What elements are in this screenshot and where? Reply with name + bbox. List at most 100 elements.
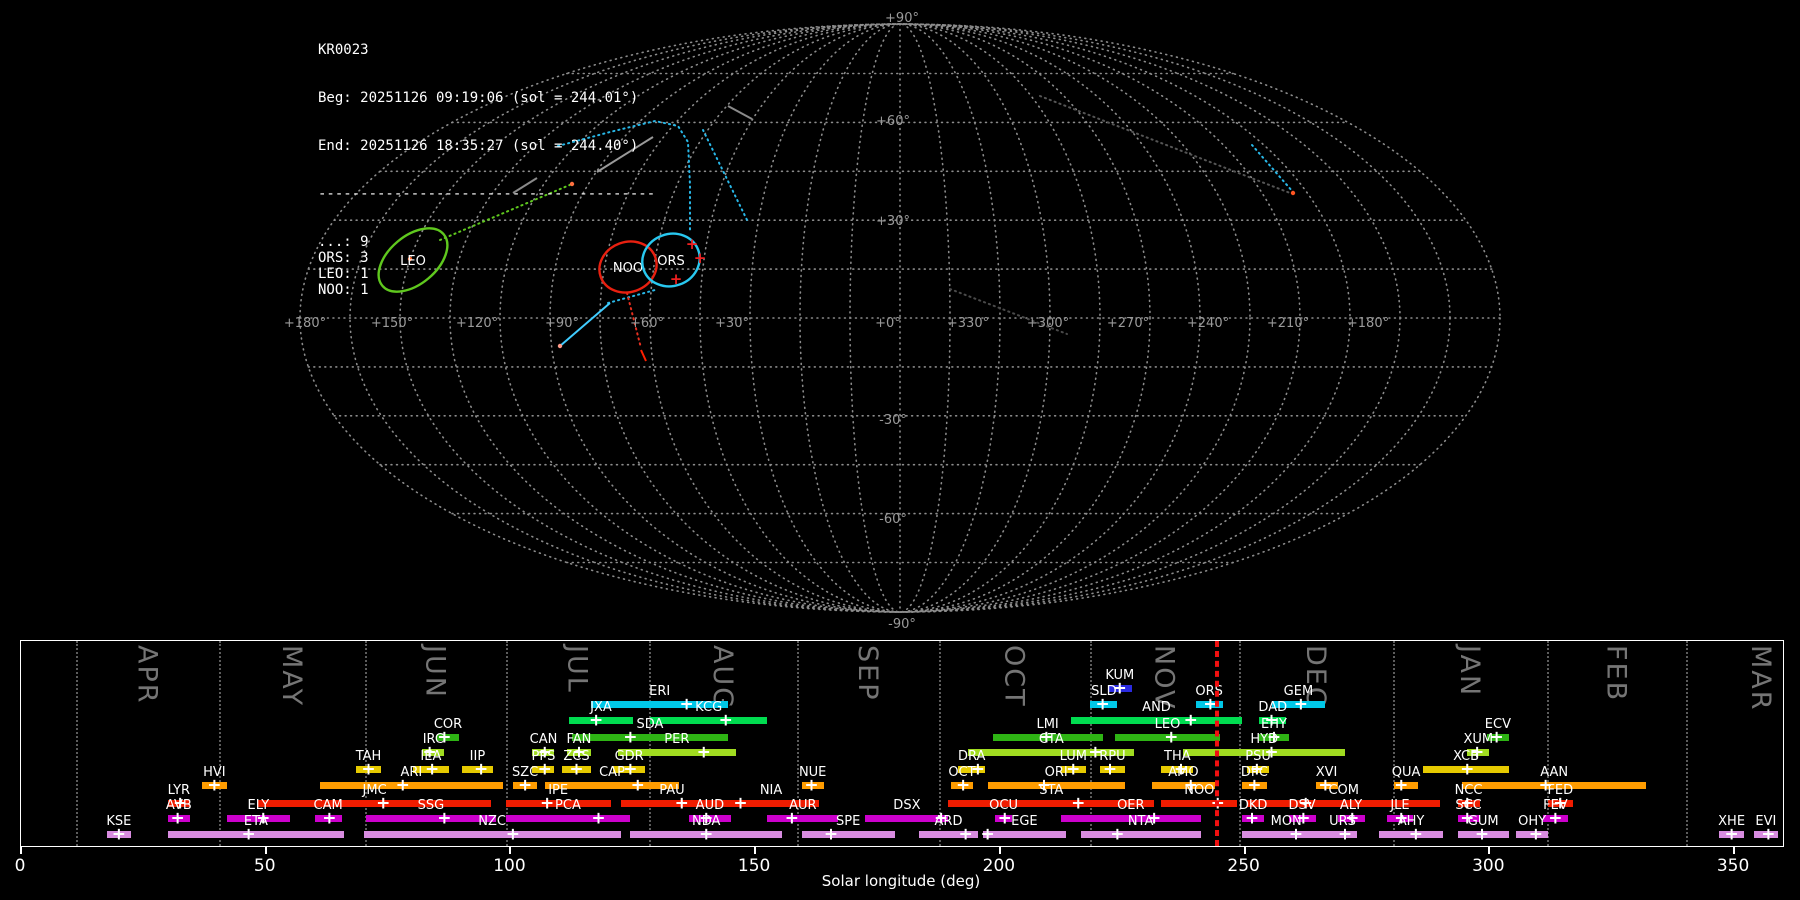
shower-peak-nue: + (804, 775, 819, 795)
shower-peak-rpu: + (1102, 759, 1118, 779)
shower-peak-jmc: + (376, 793, 391, 813)
shower-peak-nia: + (733, 793, 748, 813)
shower-peak-iip: + (473, 759, 489, 779)
activity-chart: APR MAY JUN JUL AUG SEP OCT NOV DEC JAN FEB MAR KUM +… (20, 640, 1784, 847)
lon-label: +240° (1187, 316, 1229, 331)
shower-bar-kcg (649, 717, 768, 724)
info-panel: KR0023 Beg: 20251126 09:19:06 (sol = 244… (318, 10, 655, 314)
shower-code-spe: SPE (836, 814, 861, 829)
lon-label: +30° (715, 316, 749, 331)
lat-label: -60° (879, 512, 907, 527)
station-id: KR0023 (318, 42, 369, 58)
month-label-feb: FEB (1600, 645, 1632, 703)
shower-peak-xhe: + (1724, 824, 1739, 844)
shower-bar-nta (1080, 831, 1201, 838)
gray-streak-3 (727, 105, 753, 120)
shower-counts: ...: 9 ORS: 3 LEO: 1 NOO: 1 (318, 234, 655, 298)
shower-bar-ssg (366, 815, 496, 822)
x-tick (1733, 847, 1736, 854)
shower-peak-and: + (1183, 710, 1198, 730)
shower-peak-ohy: + (1528, 824, 1543, 844)
count-line: NOO: 1 (318, 282, 369, 298)
shower-peak-pca: + (591, 808, 606, 828)
shower-code-pca: PCA (555, 798, 581, 813)
lon-label: +180° (284, 316, 326, 331)
shower-bar-noo (1161, 800, 1238, 807)
shower-peak-pau: + (674, 793, 689, 813)
shower-code-nia: NIA (759, 783, 783, 798)
shower-bar-pca (505, 815, 631, 822)
shower-peak-nta: + (1110, 824, 1125, 844)
shower-peak-ege: + (980, 824, 995, 844)
shower-code-and: AND (1142, 700, 1171, 715)
current-sol-line (1217, 641, 1220, 846)
shower-peak-cam: + (322, 808, 337, 828)
month-gridline (1685, 641, 1688, 846)
shower-peak-ari: + (395, 775, 410, 795)
shower-peak-jxa: + (588, 710, 604, 730)
shower-peak-ssg: + (437, 808, 452, 828)
x-tick (509, 847, 512, 854)
shower-peak-oct: + (956, 775, 971, 795)
end-time: End: 20251126 18:35:27 (sol = 244.40°) (318, 138, 639, 154)
x-axis-title: Solar longitude (deg) (821, 872, 981, 890)
lat-label: +90° (885, 11, 919, 26)
begin-time: Beg: 20251126 09:19:06 (sol = 244.01°) (318, 90, 639, 106)
lon-label: +150° (371, 316, 413, 331)
shower-peak-qua: + (1394, 775, 1409, 795)
lon-label: +180° (1347, 316, 1389, 331)
month-label-apr: APR (131, 645, 163, 705)
noo-trail-tip (640, 349, 647, 362)
lat-label: +30° (876, 214, 910, 229)
month-label-sep: SEP (851, 645, 883, 702)
month-label-oct: OCT (998, 645, 1030, 708)
shower-peak-zcs: + (569, 759, 584, 779)
lon-label: +120° (456, 316, 498, 331)
shower-peak-iea: + (425, 759, 440, 779)
shower-peak-hvi: + (207, 775, 222, 795)
shower-peak-sta: + (1071, 793, 1086, 813)
shower-bar-ege (982, 831, 1066, 838)
shower-peak-mon: + (1288, 824, 1304, 844)
shower-peak-gum: + (1474, 824, 1490, 844)
lat-label: +60° (876, 114, 910, 129)
shower-peak-kcg: + (718, 710, 733, 730)
shower-peak-pps: + (537, 759, 552, 779)
x-tick (1243, 847, 1246, 854)
shower-peak-avb: + (170, 808, 185, 828)
shower-peak-evi: + (1761, 824, 1776, 844)
month-label-jan: JAN (1454, 645, 1485, 698)
shower-peak-gem: + (1293, 694, 1309, 714)
shower-bar-ari (319, 782, 504, 789)
x-tick (998, 847, 1001, 854)
ors-trail-b (702, 129, 749, 223)
month-label-mar: MAR (1745, 645, 1777, 712)
shower-bar-mon (1242, 831, 1331, 838)
shower-peak-eta: + (241, 824, 256, 844)
shower-code-eri: ERI (649, 684, 671, 699)
lat-label: -30° (879, 413, 907, 428)
lon-label: +210° (1267, 316, 1309, 331)
meteor-cross: + (670, 270, 683, 288)
shower-bar-nzc (363, 831, 621, 838)
shower-code-cap: CAP (599, 765, 625, 780)
shower-code-cta: CTA (1038, 732, 1064, 747)
trail-endpoint-dot (1290, 190, 1296, 196)
shower-code-nzc: NZC (478, 814, 506, 829)
shower-peak-sld: + (1095, 694, 1110, 714)
meteor-radiant-app: { "header": { "station": "KR0023", "beg"… (0, 0, 1800, 900)
shower-bar-eta (167, 831, 345, 838)
month-gridline (1239, 641, 1242, 846)
shower-peak-nda: + (699, 824, 714, 844)
shower-bar-spe (801, 831, 895, 838)
shower-peak-per: + (696, 742, 711, 762)
meteor-cross: + (694, 249, 707, 267)
shower-peak-kse: + (111, 824, 126, 844)
shower-peak-fev: + (1548, 808, 1563, 828)
shower-code-com: COM (1328, 783, 1359, 798)
shower-code-sta: STA (1039, 783, 1064, 798)
shower-peak-spe: + (823, 824, 839, 844)
shower-peak-sda: + (623, 727, 638, 747)
radiant-label-ors: ORS (657, 254, 685, 269)
count-line: ...: 9 (318, 234, 369, 250)
